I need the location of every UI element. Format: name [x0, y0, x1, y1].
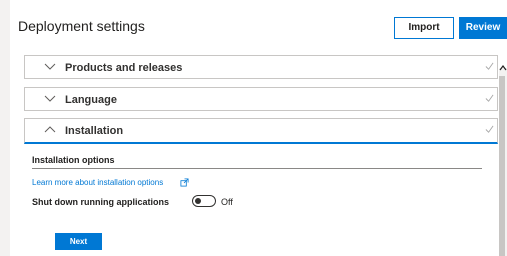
left-margin [0, 0, 10, 256]
external-link-icon[interactable] [180, 178, 189, 187]
toggle-knob [195, 198, 201, 204]
section-products-and-releases[interactable]: Products and releases [24, 55, 498, 79]
import-button[interactable]: Import [394, 17, 454, 39]
section-label: Products and releases [65, 62, 183, 74]
section-language[interactable]: Language [24, 87, 498, 111]
toggle-state-label: Off [221, 197, 233, 207]
shutdown-apps-toggle[interactable] [192, 195, 216, 207]
installation-options-heading: Installation options [32, 155, 115, 165]
next-button[interactable]: Next [55, 233, 102, 250]
section-label: Language [65, 94, 117, 106]
section-label: Installation [65, 125, 124, 137]
chevron-down-icon [44, 63, 56, 70]
scrollbar-thumb[interactable] [499, 76, 505, 256]
checkmark-icon [485, 94, 494, 102]
chevron-up-icon [44, 126, 56, 133]
chevron-down-icon [44, 95, 56, 102]
divider [32, 168, 482, 169]
learn-more-link[interactable]: Learn more about installation options [32, 178, 163, 187]
checkmark-icon [485, 62, 494, 70]
shutdown-apps-label: Shut down running applications [32, 197, 169, 207]
section-installation[interactable]: Installation [24, 118, 498, 144]
page-title: Deployment settings [18, 18, 145, 34]
scroll-up-arrow-icon[interactable] [499, 63, 507, 73]
checkmark-icon [485, 125, 494, 133]
review-button[interactable]: Review [459, 17, 507, 39]
